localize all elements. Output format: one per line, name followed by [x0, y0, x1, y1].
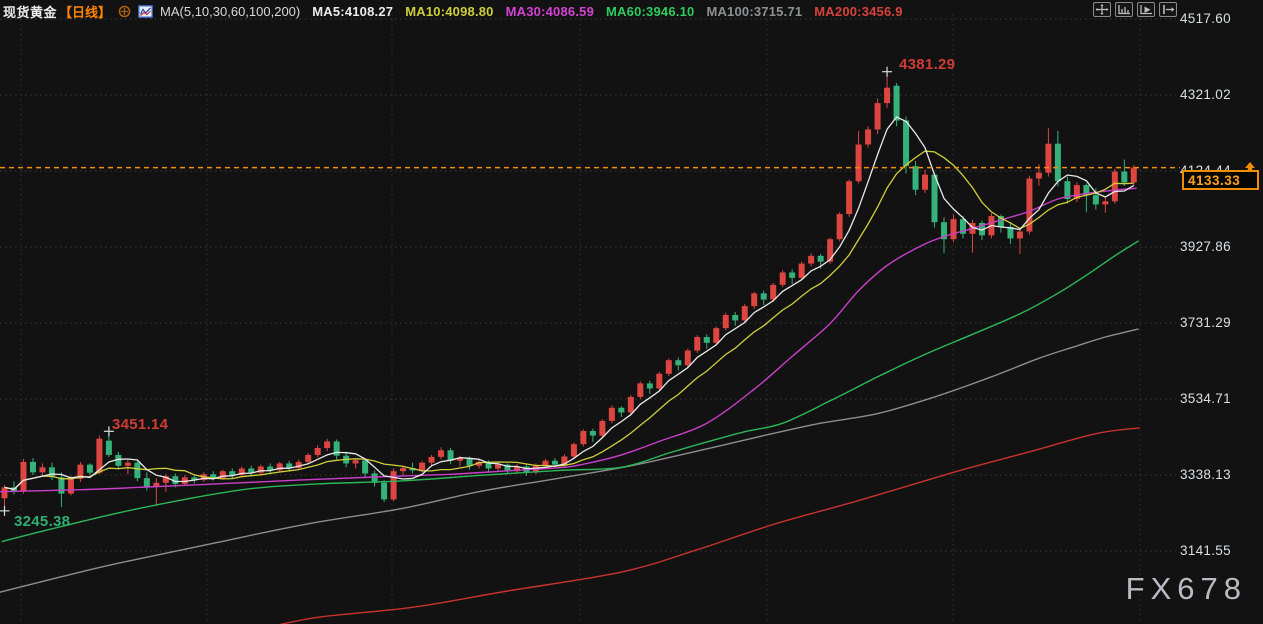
- chart-axis-icon[interactable]: [1115, 2, 1133, 17]
- ma-params-label: MA(5,10,30,60,100,200): [160, 4, 300, 19]
- chart-app: 现货黄金 【日线】 MA(5,10,30,60,100,200) MA5:410…: [0, 0, 1263, 624]
- toolbar: [1093, 2, 1177, 17]
- chart-play-icon[interactable]: [1137, 2, 1155, 17]
- axis-label: 3338.13: [1180, 467, 1252, 482]
- ma-legend: MA5:4108.27 MA10:4098.80 MA30:4086.59 MA60:…: [300, 4, 902, 19]
- axis-label: 4517.60: [1180, 11, 1252, 26]
- period-label: 【日线】: [59, 2, 111, 21]
- ma-legend-item-0: MA5:4108.27: [312, 4, 393, 19]
- axis-label: 3534.71: [1180, 391, 1252, 406]
- axis-label: 4321.02: [1180, 87, 1252, 102]
- axis-label: 3141.55: [1180, 543, 1252, 558]
- annotation-low-3245: 3245.38: [14, 513, 70, 530]
- watermark-logo: FX678: [1126, 571, 1247, 607]
- mini-chart-icon[interactable]: [138, 5, 153, 18]
- symbol-name: 现货黄金: [3, 2, 57, 21]
- ma-legend-item-4: MA100:3715.71: [706, 4, 802, 19]
- axis-label: 3927.86: [1180, 239, 1252, 254]
- chart-header: 现货黄金 【日线】 MA(5,10,30,60,100,200) MA5:410…: [3, 2, 903, 20]
- circle-plus-icon[interactable]: [118, 5, 131, 18]
- exit-fullscreen-icon[interactable]: [1159, 2, 1177, 17]
- ma-legend-item-5: MA200:3456.9: [814, 4, 902, 19]
- annotation-high-3451: 3451.14: [112, 416, 168, 433]
- last-price-value: 4133.33: [1188, 173, 1240, 188]
- annotation-high-4381: 4381.29: [899, 56, 955, 73]
- price-chart-canvas[interactable]: [0, 0, 1263, 624]
- ma-legend-item-1: MA10:4098.80: [405, 4, 493, 19]
- crosshair-icon[interactable]: [1093, 2, 1111, 17]
- ma-legend-item-2: MA30:4086.59: [506, 4, 594, 19]
- axis-label: 3731.29: [1180, 315, 1252, 330]
- price-up-arrow-icon: [1243, 161, 1257, 173]
- ma-legend-item-3: MA60:3946.10: [606, 4, 694, 19]
